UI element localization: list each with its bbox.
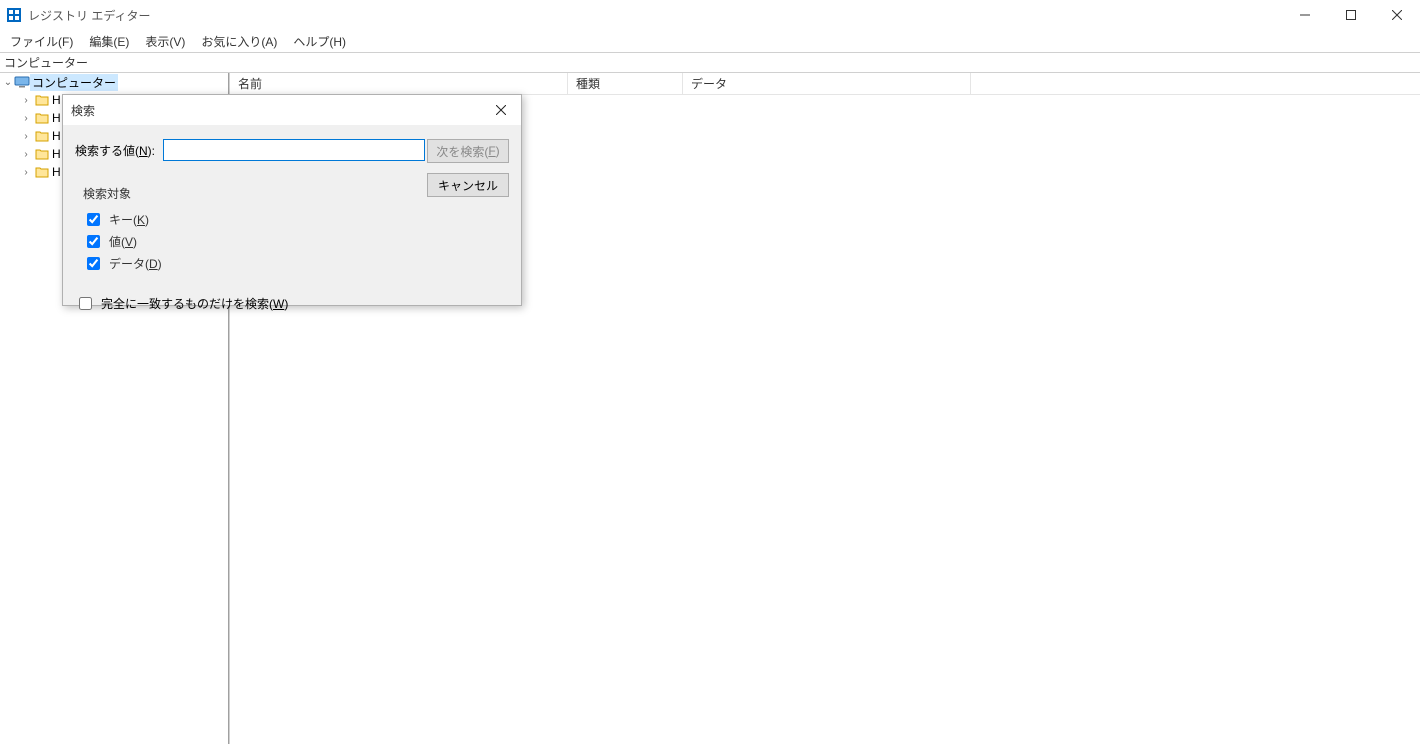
dialog-title: 検索 <box>63 102 481 119</box>
chevron-right-icon[interactable]: › <box>20 167 32 178</box>
column-name[interactable]: 名前 <box>230 73 568 94</box>
column-type[interactable]: 種類 <box>568 73 683 94</box>
tree-item[interactable]: H <box>52 129 61 143</box>
folder-icon <box>35 94 49 106</box>
minimize-button[interactable] <box>1282 0 1328 30</box>
checkbox-keys[interactable]: キー(K) <box>83 208 407 230</box>
folder-icon <box>35 148 49 160</box>
checkbox-whole-word-input[interactable] <box>79 297 92 310</box>
close-button[interactable] <box>1374 0 1420 30</box>
menu-help[interactable]: ヘルプ(H) <box>285 31 354 52</box>
menu-file[interactable]: ファイル(F) <box>2 31 81 52</box>
chevron-right-icon[interactable]: › <box>20 95 32 106</box>
search-input[interactable] <box>163 139 425 161</box>
find-next-button[interactable]: 次を検索(F) <box>427 139 509 163</box>
checkbox-values[interactable]: 値(V) <box>83 230 407 252</box>
tree-item[interactable]: H <box>52 147 61 161</box>
folder-icon <box>35 112 49 124</box>
chevron-down-icon[interactable]: ⌄ <box>2 77 14 88</box>
maximize-button[interactable] <box>1328 0 1374 30</box>
group-title: 検索対象 <box>83 185 407 202</box>
checkbox-keys-input[interactable] <box>87 213 100 226</box>
cancel-button[interactable]: キャンセル <box>427 173 509 197</box>
checkbox-data-input[interactable] <box>87 257 100 270</box>
search-label: 検索する値(N): <box>75 142 155 159</box>
folder-icon <box>35 166 49 178</box>
tree-item[interactable]: H <box>52 165 61 179</box>
menu-bar: ファイル(F) 編集(E) 表示(V) お気に入り(A) ヘルプ(H) <box>0 30 1420 52</box>
chevron-right-icon[interactable]: › <box>20 149 32 160</box>
tree-item[interactable]: H <box>52 93 61 107</box>
tree-root[interactable]: コンピューター <box>30 74 118 91</box>
address-text: コンピューター <box>4 54 88 71</box>
computer-icon <box>14 76 30 88</box>
address-bar[interactable]: コンピューター <box>0 53 1420 73</box>
checkbox-values-input[interactable] <box>87 235 100 248</box>
checkbox-data[interactable]: データ(D) <box>83 252 407 274</box>
dialog-close-button[interactable] <box>481 95 521 125</box>
menu-favorites[interactable]: お気に入り(A) <box>193 31 285 52</box>
chevron-right-icon[interactable]: › <box>20 113 32 124</box>
search-target-group: 検索対象 キー(K) 値(V) データ(D) <box>75 179 415 284</box>
menu-view[interactable]: 表示(V) <box>137 31 193 52</box>
app-icon <box>6 7 22 23</box>
checkbox-whole-word[interactable]: 完全に一致するものだけを検索(W) <box>75 294 509 313</box>
menu-edit[interactable]: 編集(E) <box>81 31 137 52</box>
chevron-right-icon[interactable]: › <box>20 131 32 142</box>
window-title: レジストリ エディター <box>28 7 1282 24</box>
column-data[interactable]: データ <box>683 73 971 94</box>
find-dialog: 検索 検索する値(N): 次を検索(F) キャンセル 検索対象 キー(K) 値(… <box>62 94 522 306</box>
tree-item[interactable]: H <box>52 111 61 125</box>
folder-icon <box>35 130 49 142</box>
